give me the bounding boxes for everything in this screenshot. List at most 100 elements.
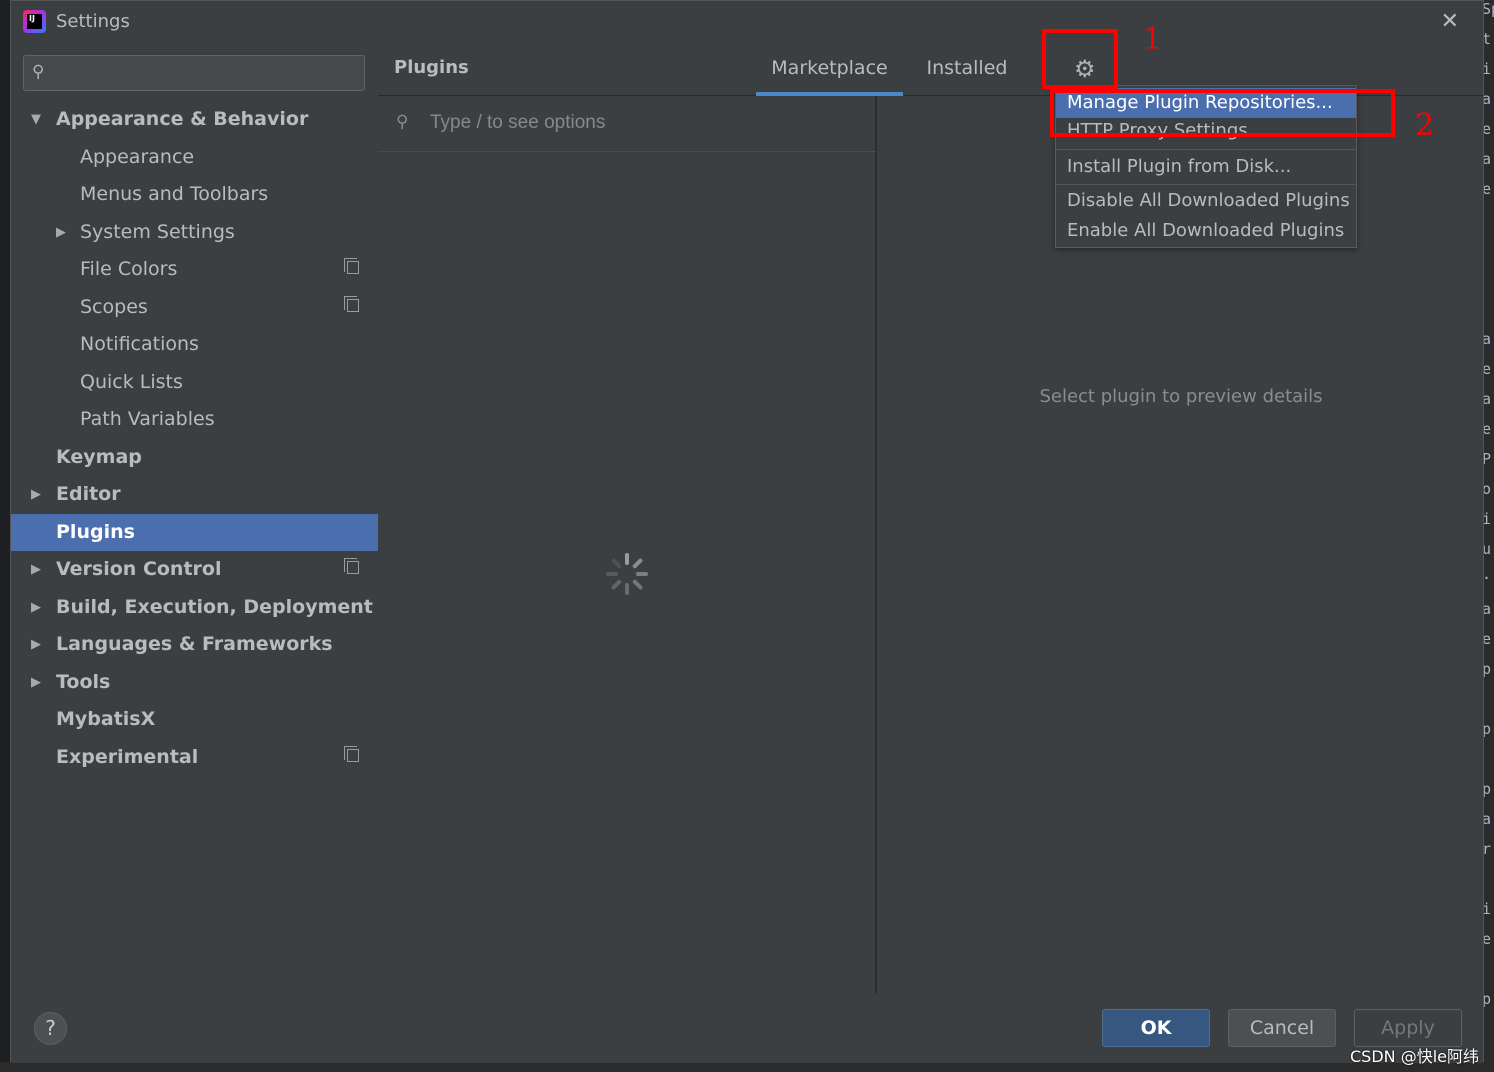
preview-placeholder-text: Select plugin to preview details bbox=[1039, 386, 1323, 407]
loading-spinner-icon bbox=[606, 553, 648, 595]
chevron-right-icon: ▶ bbox=[31, 562, 41, 577]
sidebar-item-mybatisx[interactable]: MybatisX bbox=[11, 701, 378, 738]
background-code-glyph: a bbox=[1484, 810, 1492, 828]
sidebar-item-version-control[interactable]: ▶ Version Control bbox=[11, 551, 378, 588]
background-code-glyph: e bbox=[1484, 180, 1492, 198]
project-level-icon bbox=[344, 296, 359, 312]
sidebar-item-path-variables[interactable]: Path Variables bbox=[11, 401, 378, 438]
sidebar-item-quick-lists[interactable]: Quick Lists bbox=[11, 364, 378, 401]
search-icon: ⚲ bbox=[396, 112, 409, 132]
chevron-right-icon: ▶ bbox=[56, 225, 66, 240]
sidebar-item-label: MybatisX bbox=[56, 708, 156, 730]
settings-search-input[interactable] bbox=[60, 60, 350, 86]
sidebar-item-appearance[interactable]: Appearance bbox=[11, 139, 378, 176]
sidebar-item-tools[interactable]: ▶ Tools bbox=[11, 664, 378, 701]
sidebar-item-experimental[interactable]: Experimental bbox=[11, 739, 378, 776]
background-code-glyph: u bbox=[1484, 540, 1492, 558]
background-code-glyph: a bbox=[1484, 330, 1492, 348]
background-code-glyph: e bbox=[1484, 630, 1492, 648]
close-icon[interactable]: ✕ bbox=[1441, 9, 1459, 34]
chevron-down-icon: ▼ bbox=[31, 112, 41, 127]
background-code-glyph: P bbox=[1484, 450, 1492, 468]
background-code-glyph: a bbox=[1484, 600, 1492, 618]
project-level-icon bbox=[344, 746, 359, 762]
sidebar-item-label: Keymap bbox=[56, 446, 142, 468]
sidebar-item-appearance-behavior[interactable]: ▼ Appearance & Behavior bbox=[11, 101, 378, 138]
menu-item-enable-all-downloaded[interactable]: Enable All Downloaded Plugins bbox=[1056, 216, 1356, 246]
title-bar: IJ Settings ✕ bbox=[11, 1, 1483, 43]
csdn-watermark: CSDN @快le阿纬 bbox=[1350, 1047, 1479, 1066]
background-code-glyph: . bbox=[1484, 565, 1491, 583]
menu-item-disable-all-downloaded[interactable]: Disable All Downloaded Plugins bbox=[1056, 186, 1356, 216]
annotation-box-2 bbox=[1050, 89, 1395, 137]
sidebar-item-editor[interactable]: ▶ Editor bbox=[11, 476, 378, 513]
logo-text: IJ bbox=[29, 14, 35, 23]
plugin-search-input[interactable] bbox=[430, 110, 850, 136]
ok-button[interactable]: OK bbox=[1102, 1009, 1210, 1047]
sidebar-item-file-colors[interactable]: File Colors bbox=[11, 251, 378, 288]
background-editor-strip: SptiaeaeaeaePoiu.aepppariep bbox=[1484, 0, 1494, 1072]
sidebar-item-label: Appearance bbox=[80, 146, 195, 168]
sidebar-item-menus-toolbars[interactable]: Menus and Toolbars bbox=[11, 176, 378, 213]
sidebar-item-label: Editor bbox=[56, 483, 121, 505]
menu-item-install-plugin-from-disk[interactable]: Install Plugin from Disk... bbox=[1056, 152, 1356, 182]
sidebar-item-keymap[interactable]: Keymap bbox=[11, 439, 378, 476]
background-code-glyph: i bbox=[1484, 510, 1492, 528]
project-level-icon bbox=[344, 558, 359, 574]
sidebar-item-build-execution-deployment[interactable]: ▶ Build, Execution, Deployment bbox=[11, 589, 378, 626]
background-code-glyph: e bbox=[1484, 360, 1492, 378]
background-code-glyph: e bbox=[1484, 420, 1492, 438]
window-title: Settings bbox=[56, 11, 130, 32]
sidebar-item-label: Languages & Frameworks bbox=[56, 633, 333, 655]
page-title: Plugins bbox=[394, 57, 469, 78]
dialog-footer: ? OK Cancel Apply bbox=[11, 993, 1483, 1063]
sidebar-item-label: Scopes bbox=[80, 296, 148, 318]
plugin-search-bar[interactable]: ⚲ bbox=[378, 96, 876, 152]
settings-search-box[interactable]: ⚲ bbox=[23, 55, 365, 91]
background-code-glyph: p bbox=[1484, 660, 1492, 678]
sidebar-item-scopes[interactable]: Scopes bbox=[11, 289, 378, 326]
sidebar-item-label: Plugins bbox=[56, 521, 135, 543]
background-editor-bottom bbox=[0, 1062, 1494, 1072]
intellij-logo-icon: IJ bbox=[23, 10, 46, 33]
cancel-button[interactable]: Cancel bbox=[1228, 1009, 1336, 1047]
sidebar-item-label: Appearance & Behavior bbox=[56, 108, 309, 130]
sidebar-item-label: Experimental bbox=[56, 746, 199, 768]
sidebar-item-label: Build, Execution, Deployment bbox=[56, 596, 373, 618]
background-code-glyph: e bbox=[1484, 930, 1492, 948]
sidebar-item-label: System Settings bbox=[80, 221, 235, 243]
apply-button[interactable]: Apply bbox=[1354, 1009, 1462, 1047]
sidebar-item-plugins[interactable]: Plugins bbox=[11, 514, 378, 551]
menu-separator bbox=[1056, 149, 1356, 150]
tab-installed[interactable]: Installed bbox=[920, 57, 1014, 96]
chevron-right-icon: ▶ bbox=[31, 637, 41, 652]
background-code-glyph: a bbox=[1484, 150, 1492, 168]
sidebar-item-label: File Colors bbox=[80, 258, 178, 280]
project-level-icon bbox=[344, 258, 359, 274]
sidebar-item-label: Notifications bbox=[80, 333, 199, 355]
sidebar-item-label: Path Variables bbox=[80, 408, 215, 430]
sidebar-item-languages-frameworks[interactable]: ▶ Languages & Frameworks bbox=[11, 626, 378, 663]
sidebar-item-notifications[interactable]: Notifications bbox=[11, 326, 378, 363]
background-code-glyph: o bbox=[1484, 480, 1492, 498]
sidebar-item-system-settings[interactable]: ▶ System Settings bbox=[11, 214, 378, 251]
background-code-glyph: p bbox=[1484, 990, 1492, 1008]
annotation-box-1 bbox=[1042, 29, 1118, 89]
background-code-glyph: a bbox=[1484, 90, 1492, 108]
help-button[interactable]: ? bbox=[34, 1012, 67, 1045]
annotation-number-2: 2 bbox=[1415, 108, 1435, 143]
chevron-right-icon: ▶ bbox=[31, 675, 41, 690]
background-code-glyph: p bbox=[1484, 720, 1492, 738]
tab-marketplace[interactable]: Marketplace bbox=[756, 57, 903, 96]
settings-sidebar: ⚲ ▼ Appearance & Behavior Appearance Men… bbox=[11, 43, 378, 993]
menu-separator bbox=[1056, 184, 1356, 185]
sidebar-item-label: Quick Lists bbox=[80, 371, 183, 393]
sidebar-item-label: Tools bbox=[56, 671, 111, 693]
sidebar-item-label: Version Control bbox=[56, 558, 222, 580]
background-code-glyph: t bbox=[1484, 30, 1492, 48]
sidebar-item-label: Menus and Toolbars bbox=[80, 183, 269, 205]
background-code-glyph: i bbox=[1484, 60, 1492, 78]
search-icon: ⚲ bbox=[32, 62, 45, 82]
background-code-glyph: e bbox=[1484, 120, 1492, 138]
chevron-right-icon: ▶ bbox=[31, 487, 41, 502]
